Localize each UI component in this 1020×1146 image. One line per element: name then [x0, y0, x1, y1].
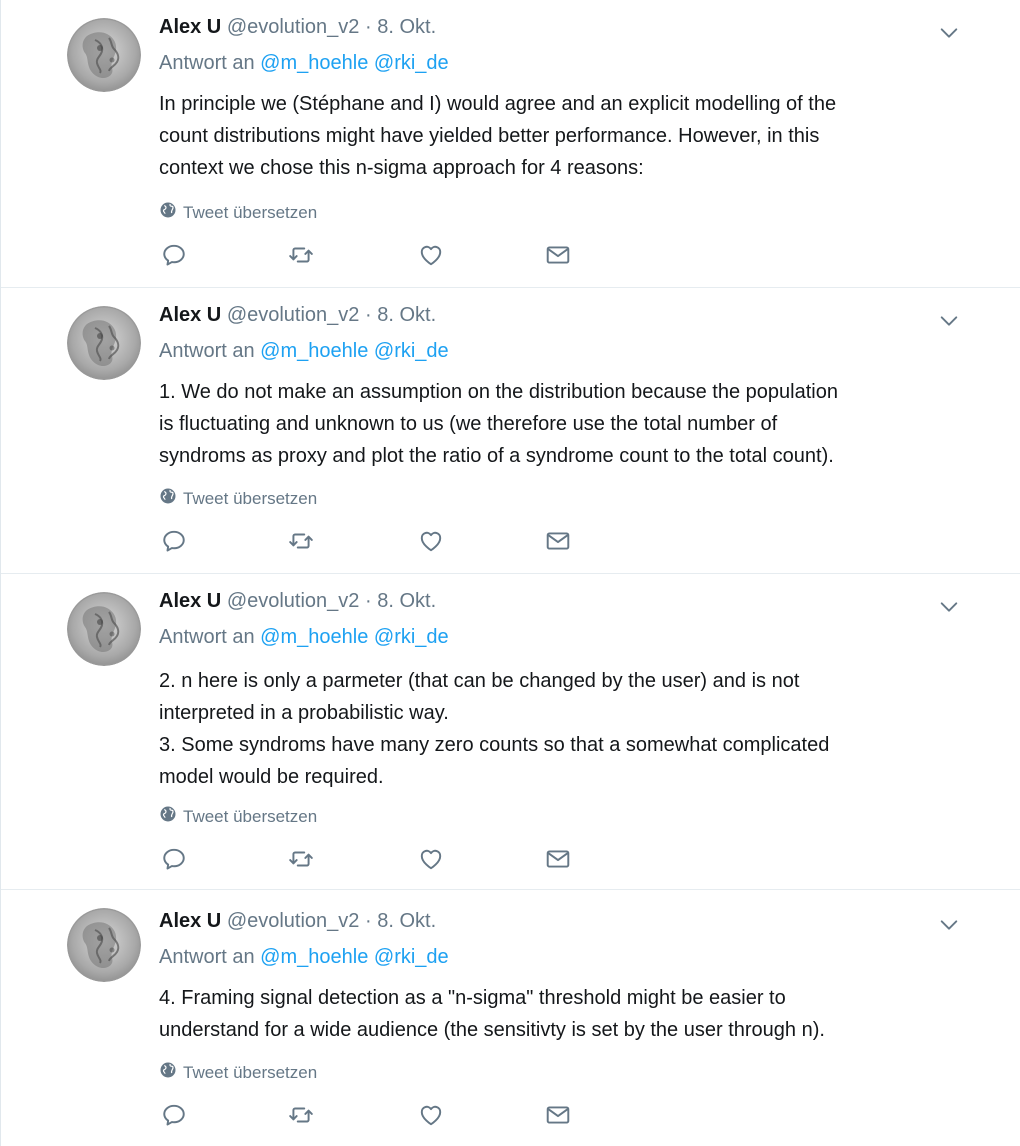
tweet-header: Alex U @evolution_v2 · 8. Okt. — [159, 590, 436, 613]
reply-context: Antwort an @m_hoehle @rki_de — [159, 626, 449, 649]
reply-prefix: Antwort an — [159, 52, 255, 74]
globe-icon — [159, 805, 177, 828]
tweet-text-line: is fluctuating and unknown to us (we the… — [159, 413, 778, 435]
tweet-header: Alex U @evolution_v2 · 8. Okt. — [159, 910, 436, 933]
separator-dot: · — [364, 910, 372, 932]
tweet-header: Alex U @evolution_v2 · 8. Okt. — [159, 16, 436, 39]
tweet-date[interactable]: 8. Okt. — [377, 16, 436, 38]
tweet-text-line: syndroms as proxy and plot the ratio of … — [159, 445, 834, 467]
retweet-icon[interactable] — [288, 528, 318, 558]
avatar[interactable] — [67, 306, 141, 380]
separator-dot: · — [364, 16, 372, 38]
author-handle[interactable]: @evolution_v2 — [227, 590, 360, 612]
tweet-header: Alex U @evolution_v2 · 8. Okt. — [159, 304, 436, 327]
reply-prefix: Antwort an — [159, 626, 255, 648]
tweet-actions — [161, 528, 581, 558]
heart-icon[interactable] — [418, 528, 448, 558]
mention-link[interactable]: @rki_de — [374, 946, 449, 968]
retweet-icon[interactable] — [288, 1102, 318, 1132]
mention-link[interactable]: @m_hoehle — [260, 52, 368, 74]
reply-prefix: Antwort an — [159, 340, 255, 362]
retweet-icon[interactable] — [288, 846, 318, 876]
tweet-text: 2. n here is only a parmeter (that can b… — [159, 665, 959, 793]
tweet-text-line: 1. We do not make an assumption on the d… — [159, 381, 838, 403]
envelope-icon[interactable] — [545, 1102, 575, 1132]
author-handle[interactable]: @evolution_v2 — [227, 304, 360, 326]
reply-icon[interactable] — [161, 528, 191, 558]
author-name[interactable]: Alex U — [159, 16, 221, 38]
mention-link[interactable]: @m_hoehle — [260, 946, 368, 968]
mention-link[interactable]: @rki_de — [374, 340, 449, 362]
reply-icon[interactable] — [161, 846, 191, 876]
tweet-text-line: interpreted in a probabilistic way. — [159, 702, 449, 724]
tweet[interactable]: Alex U @evolution_v2 · 8. Okt. Antwort a… — [0, 574, 1020, 890]
translate-link[interactable]: Tweet übersetzen — [159, 487, 317, 510]
mention-link[interactable]: @rki_de — [374, 626, 449, 648]
chevron-down-icon[interactable] — [938, 310, 960, 332]
reply-context: Antwort an @m_hoehle @rki_de — [159, 52, 449, 75]
heart-icon[interactable] — [418, 846, 448, 876]
heart-icon[interactable] — [418, 242, 448, 272]
translate-label: Tweet übersetzen — [183, 806, 318, 826]
globe-icon — [159, 487, 177, 510]
chevron-down-icon[interactable] — [938, 22, 960, 44]
author-handle[interactable]: @evolution_v2 — [227, 910, 360, 932]
tweet-date[interactable]: 8. Okt. — [377, 590, 436, 612]
tweet-actions — [161, 1102, 581, 1132]
tweet-text-line: In principle we (Stéphane and I) would a… — [159, 93, 837, 115]
translate-link[interactable]: Tweet übersetzen — [159, 805, 317, 828]
chevron-down-icon[interactable] — [938, 596, 960, 618]
reply-icon[interactable] — [161, 242, 191, 272]
reply-prefix: Antwort an — [159, 946, 255, 968]
tweet[interactable]: Alex U @evolution_v2 · 8. Okt. Antwort a… — [0, 890, 1020, 1146]
separator-dot: · — [364, 304, 372, 326]
translate-link[interactable]: Tweet übersetzen — [159, 1061, 317, 1084]
envelope-icon[interactable] — [545, 242, 575, 272]
reply-icon[interactable] — [161, 1102, 191, 1132]
globe-icon — [159, 201, 177, 224]
tweet-date[interactable]: 8. Okt. — [377, 910, 436, 932]
tweet-text-line: understand for a wide audience (the sens… — [159, 1019, 825, 1041]
reply-context: Antwort an @m_hoehle @rki_de — [159, 946, 449, 969]
avatar[interactable] — [67, 592, 141, 666]
translate-label: Tweet übersetzen — [183, 202, 318, 222]
tweet-text-line: model would be required. — [159, 766, 384, 788]
separator-dot: · — [364, 590, 372, 612]
tweet-text: 4. Framing signal detection as a "n-sigm… — [159, 982, 959, 1046]
reply-context: Antwort an @m_hoehle @rki_de — [159, 340, 449, 363]
avatar[interactable] — [67, 908, 141, 982]
tweet-text: In principle we (Stéphane and I) would a… — [159, 88, 959, 184]
mention-link[interactable]: @m_hoehle — [260, 626, 368, 648]
mention-link[interactable]: @rki_de — [374, 52, 449, 74]
tweet-text-line: 2. n here is only a parmeter (that can b… — [159, 670, 800, 692]
tweet-date[interactable]: 8. Okt. — [377, 304, 436, 326]
envelope-icon[interactable] — [545, 846, 575, 876]
chevron-down-icon[interactable] — [938, 914, 960, 936]
tweet[interactable]: Alex U @evolution_v2 · 8. Okt. Antwort a… — [0, 288, 1020, 574]
tweet-text-line: 3. Some syndroms have many zero counts s… — [159, 734, 830, 756]
tweet-text-line: count distributions might have yielded b… — [159, 125, 820, 147]
author-name[interactable]: Alex U — [159, 910, 221, 932]
author-handle[interactable]: @evolution_v2 — [227, 16, 360, 38]
tweet-text-line: 4. Framing signal detection as a "n-sigm… — [159, 987, 786, 1009]
translate-link[interactable]: Tweet übersetzen — [159, 201, 317, 224]
tweet-text-line: context we chose this n-sigma approach f… — [159, 157, 644, 179]
heart-icon[interactable] — [418, 1102, 448, 1132]
globe-icon — [159, 1061, 177, 1084]
tweet-actions — [161, 242, 581, 272]
retweet-icon[interactable] — [288, 242, 318, 272]
envelope-icon[interactable] — [545, 528, 575, 558]
tweet-text: 1. We do not make an assumption on the d… — [159, 376, 959, 472]
tweet[interactable]: Alex U @evolution_v2 · 8. Okt. Antwort a… — [0, 0, 1020, 288]
avatar[interactable] — [67, 18, 141, 92]
author-name[interactable]: Alex U — [159, 590, 221, 612]
author-name[interactable]: Alex U — [159, 304, 221, 326]
tweet-actions — [161, 846, 581, 876]
translate-label: Tweet übersetzen — [183, 1062, 318, 1082]
mention-link[interactable]: @m_hoehle — [260, 340, 368, 362]
timeline: Alex U @evolution_v2 · 8. Okt. Antwort a… — [0, 0, 1020, 1146]
translate-label: Tweet übersetzen — [183, 488, 318, 508]
